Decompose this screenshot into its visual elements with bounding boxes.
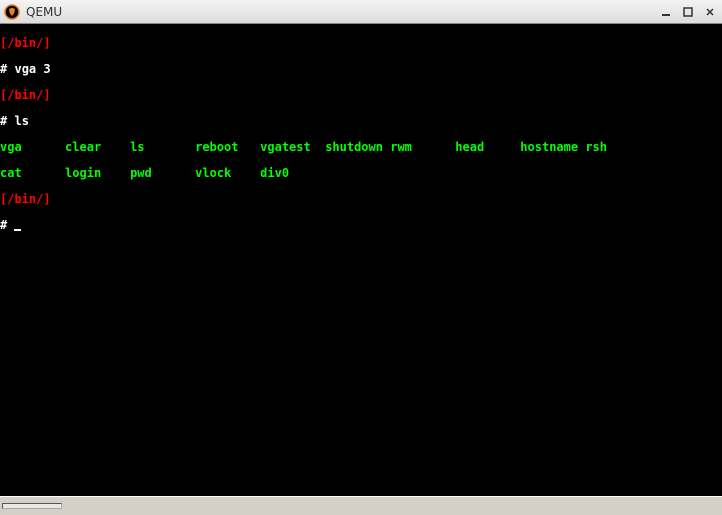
- cursor: [14, 229, 21, 231]
- prompt-path: [/bin/]: [0, 192, 51, 206]
- close-button[interactable]: [702, 4, 718, 20]
- ls-item: rwm: [390, 140, 412, 154]
- command-ls: ls: [14, 114, 28, 128]
- ls-output-row: vga clear ls reboot vgatest shutdown rwm…: [0, 141, 722, 154]
- ls-item: head: [455, 140, 484, 154]
- ls-item: reboot: [195, 140, 238, 154]
- ls-item: vga: [0, 140, 22, 154]
- ls-item: shutdown: [325, 140, 383, 154]
- app-icon: [4, 4, 20, 20]
- ls-item: vgatest: [260, 140, 311, 154]
- prompt-path: [/bin/]: [0, 36, 51, 50]
- prompt-path: [/bin/]: [0, 88, 51, 102]
- statusbar: [0, 496, 722, 504]
- maximize-button[interactable]: [680, 4, 696, 20]
- window-controls: [658, 4, 718, 20]
- ls-item: login: [65, 166, 101, 180]
- ls-item: pwd: [130, 166, 152, 180]
- ls-item: hostname: [520, 140, 578, 154]
- command-vga: vga 3: [14, 62, 50, 76]
- ls-output-row: cat login pwd vlock div0: [0, 167, 722, 180]
- terminal-viewport[interactable]: [/bin/] # vga 3 [/bin/] # ls vga clear l…: [0, 24, 722, 496]
- window-titlebar: QEMU: [0, 0, 722, 24]
- minimize-button[interactable]: [658, 4, 674, 20]
- window-title: QEMU: [26, 5, 658, 19]
- ls-item: div0: [260, 166, 289, 180]
- ls-item: vlock: [195, 166, 231, 180]
- ls-item: rsh: [585, 140, 607, 154]
- ls-item: clear: [65, 140, 101, 154]
- ls-item: cat: [0, 166, 22, 180]
- ls-item: ls: [130, 140, 144, 154]
